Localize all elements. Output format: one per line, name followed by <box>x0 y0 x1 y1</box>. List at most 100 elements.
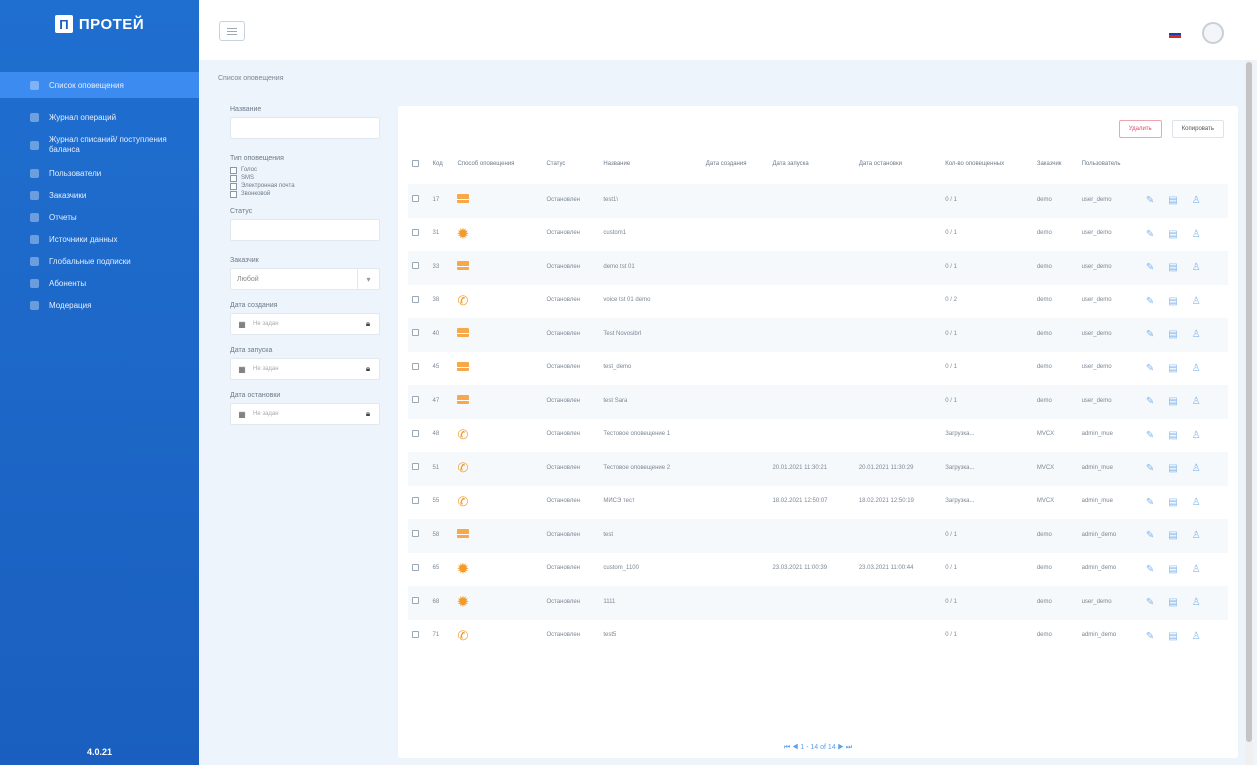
details-icon[interactable]: ▤ <box>1168 529 1177 542</box>
edit-icon[interactable]: ✎ <box>1146 529 1154 542</box>
row-checkbox[interactable] <box>412 463 419 471</box>
details-icon[interactable]: ▤ <box>1168 596 1177 609</box>
user-icon[interactable]: ♙ <box>1192 328 1201 341</box>
column-header[interactable]: Кол-во оповещенных <box>941 146 1033 184</box>
column-header[interactable]: Дата остановки <box>855 146 941 184</box>
table-row[interactable]: 45 Остановлен test_demo 0 / 1 demo user_demo ✎… <box>408 352 1228 386</box>
column-header[interactable]: Дата создания <box>702 146 769 184</box>
checkbox-icon[interactable] <box>230 190 237 198</box>
details-icon[interactable]: ▤ <box>1168 328 1177 341</box>
row-checkbox[interactable] <box>412 228 419 236</box>
type-option-checkbox[interactable]: Электронная почта <box>230 182 380 190</box>
lock-icon[interactable]: 🔒︎ <box>357 364 379 374</box>
checkbox-icon[interactable] <box>230 166 237 174</box>
user-icon[interactable]: ♙ <box>1192 596 1201 609</box>
user-icon[interactable]: ♙ <box>1192 395 1201 408</box>
edit-icon[interactable]: ✎ <box>1146 261 1154 274</box>
table-row[interactable]: 17 Остановлен test1\ 0 / 1 demo user_demo ✎ ▤ ♙ <box>408 184 1228 218</box>
row-checkbox[interactable] <box>412 496 419 504</box>
table-row[interactable]: 65 ✹ Остановлен custom_1100 23.03.2021 11:00… <box>408 553 1228 587</box>
table-row[interactable]: 47 Остановлен test Sara 0 / 1 demo user_demo ✎… <box>408 385 1228 419</box>
sidebar-item[interactable]: Источники данных <box>0 228 199 250</box>
details-icon[interactable]: ▤ <box>1168 462 1177 475</box>
calendar-icon[interactable]: ▦ <box>231 365 253 374</box>
table-row[interactable]: 38 ✆ Остановлен voice tst 01 demo 0 / 2 demo u… <box>408 285 1228 319</box>
user-icon[interactable]: ♙ <box>1192 462 1201 475</box>
row-checkbox[interactable] <box>412 329 419 337</box>
logo[interactable]: Π ПРОТЕЙ <box>0 0 199 48</box>
sidebar-item[interactable]: Пользователи <box>0 162 199 184</box>
edit-icon[interactable]: ✎ <box>1146 462 1154 475</box>
sidebar-item[interactable]: Глобальные подписки <box>0 250 199 272</box>
edit-icon[interactable]: ✎ <box>1146 194 1154 207</box>
created-date-input[interactable]: ▦ Не задан 🔒︎ <box>230 313 380 335</box>
copy-button[interactable]: Копировать <box>1171 120 1224 138</box>
user-icon[interactable]: ♙ <box>1192 194 1201 207</box>
type-option-checkbox[interactable]: Голос <box>230 166 380 174</box>
details-icon[interactable]: ▤ <box>1168 295 1177 308</box>
table-row[interactable]: 51 ✆ Остановлен Тестовое оповещение 2 20.01.… <box>408 452 1228 486</box>
sidebar-item[interactable]: Журнал операций <box>0 106 199 128</box>
table-row[interactable]: 48 ✆ Остановлен Тестовое оповещение 1 Загруз… <box>408 419 1228 453</box>
sidebar-item[interactable]: Отчеты <box>0 206 199 228</box>
user-icon[interactable]: ♙ <box>1192 362 1201 375</box>
edit-icon[interactable]: ✎ <box>1146 563 1154 576</box>
table-row[interactable]: 33 Остановлен demo tst 01 0 / 1 demo user_dem… <box>408 251 1228 285</box>
edit-icon[interactable]: ✎ <box>1146 228 1154 241</box>
checkbox-icon[interactable] <box>230 182 237 190</box>
sidebar-item[interactable]: Модерация <box>0 294 199 316</box>
column-header[interactable]: Название <box>599 146 701 184</box>
lock-icon[interactable]: 🔒︎ <box>357 409 379 419</box>
type-option-checkbox[interactable]: Звонковой <box>230 190 380 198</box>
column-header[interactable]: Дата запуска <box>768 146 854 184</box>
edit-icon[interactable]: ✎ <box>1146 630 1154 643</box>
type-option-checkbox[interactable]: SMS <box>230 174 380 182</box>
edit-icon[interactable]: ✎ <box>1146 429 1154 442</box>
user-icon[interactable]: ♙ <box>1192 228 1201 241</box>
pagination[interactable]: ⏮ ◀ 1 - 14 of 14 ▶ ⏭ <box>398 744 1238 752</box>
user-icon[interactable]: ♙ <box>1192 295 1201 308</box>
language-flag-icon[interactable] <box>1169 30 1181 39</box>
row-checkbox[interactable] <box>412 195 419 203</box>
calendar-icon[interactable]: ▦ <box>231 410 253 419</box>
edit-icon[interactable]: ✎ <box>1146 295 1154 308</box>
customer-filter-select[interactable]: Любой ▾ <box>230 268 380 290</box>
lock-icon[interactable]: 🔒︎ <box>357 319 379 329</box>
checkbox-icon[interactable] <box>230 174 237 182</box>
details-icon[interactable]: ▤ <box>1168 395 1177 408</box>
column-header[interactable]: Статус <box>542 146 599 184</box>
details-icon[interactable]: ▤ <box>1168 630 1177 643</box>
column-header[interactable]: Способ оповещения <box>453 146 542 184</box>
select-all-checkbox[interactable] <box>412 159 419 167</box>
user-icon[interactable]: ♙ <box>1192 261 1201 274</box>
details-icon[interactable]: ▤ <box>1168 194 1177 207</box>
user-icon[interactable]: ♙ <box>1192 529 1201 542</box>
sidebar-item[interactable]: Список оповещения <box>0 72 199 98</box>
stop-date-input[interactable]: ▦ Не задан 🔒︎ <box>230 403 380 425</box>
column-header[interactable]: Код <box>429 146 454 184</box>
details-icon[interactable]: ▤ <box>1168 496 1177 509</box>
sidebar-item[interactable]: Журнал списаний/ поступления баланса <box>0 128 199 162</box>
calendar-icon[interactable]: ▦ <box>231 320 253 329</box>
sidebar-item[interactable]: Абоненты <box>0 272 199 294</box>
row-checkbox[interactable] <box>412 563 419 571</box>
chevron-down-icon[interactable]: ▾ <box>357 269 379 289</box>
launch-date-input[interactable]: ▦ Не задан 🔒︎ <box>230 358 380 380</box>
menu-toggle-button[interactable] <box>219 21 245 41</box>
table-row[interactable]: 71 ✆ Остановлен test5 0 / 1 demo admin_demo ✎ ▤ ♙ <box>408 620 1228 654</box>
edit-icon[interactable]: ✎ <box>1146 362 1154 375</box>
edit-icon[interactable]: ✎ <box>1146 328 1154 341</box>
row-checkbox[interactable] <box>412 362 419 370</box>
row-checkbox[interactable] <box>412 530 419 538</box>
row-checkbox[interactable] <box>412 396 419 404</box>
sidebar-item[interactable]: Заказчики <box>0 184 199 206</box>
details-icon[interactable]: ▤ <box>1168 228 1177 241</box>
name-filter-input[interactable] <box>230 117 380 139</box>
table-row[interactable]: 31 ✹ Остановлен custom1 0 / 1 demo user_demo ✎ ▤… <box>408 218 1228 252</box>
delete-button[interactable]: Удалить <box>1118 120 1162 138</box>
edit-icon[interactable]: ✎ <box>1146 395 1154 408</box>
table-row[interactable]: 58 Остановлен test 0 / 1 demo admin_demo ✎ ▤ ♙ <box>408 519 1228 553</box>
column-header[interactable]: Заказчик <box>1033 146 1078 184</box>
edit-icon[interactable]: ✎ <box>1146 596 1154 609</box>
row-checkbox[interactable] <box>412 630 419 638</box>
